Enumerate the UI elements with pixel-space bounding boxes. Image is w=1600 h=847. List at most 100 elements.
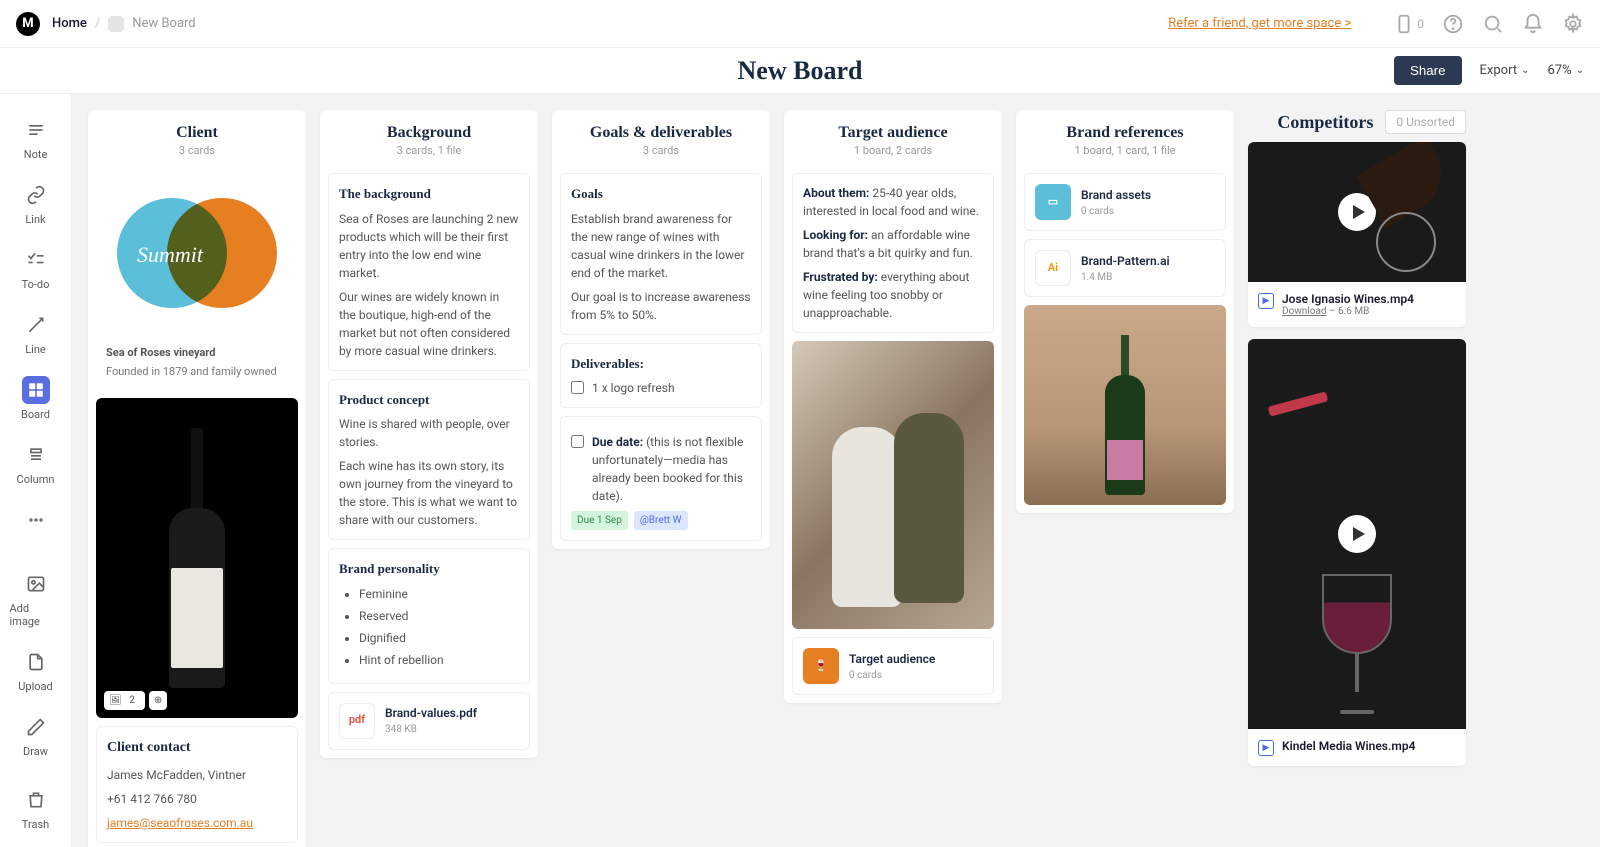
card-deliverables[interactable]: Deliverables: 1 x logo refresh	[560, 343, 762, 409]
title-bar: New Board Share Export ⌄ 67% ⌄	[0, 48, 1600, 94]
column-meta: 3 cards, 1 file	[330, 144, 528, 157]
breadcrumb-sep: /	[95, 16, 100, 31]
column-background[interactable]: Background 3 cards, 1 file The background…	[320, 110, 538, 758]
video-thumb[interactable]	[1248, 339, 1466, 729]
card-audience-info[interactable]: About them: 25-40 year olds, interested …	[792, 173, 994, 333]
card-file-pdf[interactable]: pdf Brand-values.pdf348 KB	[328, 692, 530, 750]
note-icon	[22, 116, 50, 144]
link-icon	[22, 181, 50, 209]
column-brand[interactable]: Brand references1 board, 1 card, 1 file …	[1016, 110, 1234, 513]
column-icon	[22, 441, 50, 469]
play-icon[interactable]	[1338, 515, 1376, 553]
more-icon	[22, 506, 50, 534]
logo-name: Sea of Roses vineyard	[106, 346, 215, 359]
column-title: Background	[330, 124, 528, 142]
column-goals[interactable]: Goals & deliverables 3 cards Goals Establ…	[552, 110, 770, 549]
pdf-icon: pdf	[339, 703, 375, 739]
tool-add-image[interactable]: Add image	[10, 564, 62, 634]
video-thumb[interactable]	[1248, 142, 1466, 282]
due-checkbox[interactable]	[571, 435, 584, 448]
card-wine-shelf-image[interactable]	[1024, 305, 1226, 505]
tool-column[interactable]: Column	[10, 435, 62, 492]
column-client[interactable]: Client3 cards Summit Sea of Roses vineya…	[88, 110, 306, 847]
image-badge: 🖼 2	[104, 691, 145, 710]
tool-trash[interactable]: Trash	[10, 780, 62, 837]
contact-phone: +61 412 766 780	[107, 790, 287, 808]
card-file-ai[interactable]: Ai Brand-Pattern.ai1.4 MB	[1024, 239, 1226, 297]
contact-title: Client contact	[107, 737, 287, 758]
app-logo[interactable]: M	[16, 12, 40, 36]
mobile-icon[interactable]: 0	[1393, 13, 1424, 35]
bell-icon[interactable]	[1522, 13, 1544, 35]
image-badge: ⊕	[149, 691, 167, 710]
help-icon[interactable]	[1442, 13, 1464, 35]
todo-icon	[22, 246, 50, 274]
tag-user[interactable]: @Brett W	[634, 511, 688, 530]
card-brand-assets[interactable]: ▭ Brand assets0 cards	[1024, 173, 1226, 231]
column-meta: 3 cards	[98, 144, 296, 157]
contact-name: James McFadden, Vintner	[107, 766, 287, 784]
column-title: Target audience	[794, 124, 992, 142]
logo-sub: Founded in 1879 and family owned	[106, 364, 288, 381]
wine-icon: 🍷	[803, 648, 839, 684]
video-card-2[interactable]: ▶Kindel Media Wines.mp4	[1248, 339, 1466, 766]
page-title[interactable]: New Board	[738, 56, 863, 86]
unsorted-button[interactable]: 0 Unsorted	[1385, 110, 1466, 134]
tool-sidebar: Note Link To-do Line Board Column Add im…	[0, 94, 72, 847]
tool-link[interactable]: Link	[10, 175, 62, 232]
breadcrumb-current: New Board	[132, 16, 195, 31]
tool-draw[interactable]: Draw	[10, 707, 62, 764]
zoom-control[interactable]: 67% ⌄	[1547, 63, 1584, 78]
tool-todo[interactable]: To-do	[10, 240, 62, 297]
deliverable-checkbox[interactable]	[571, 381, 584, 394]
refer-link[interactable]: Refer a friend, get more space >	[1168, 16, 1351, 31]
tool-note[interactable]: Note	[10, 110, 62, 167]
card-contact[interactable]: Client contact James McFadden, Vintner +…	[96, 726, 298, 843]
pencil-icon	[22, 713, 50, 741]
video-card-1[interactable]: ▶Jose Ignasio Wines.mp4Download – 6.6 MB	[1248, 142, 1466, 327]
card-the-background[interactable]: The background Sea of Roses are launchin…	[328, 173, 530, 371]
chevron-down-icon: ⌄	[1521, 65, 1529, 76]
card-bottle-image[interactable]: 🖼 2⊕	[96, 398, 298, 718]
trash-icon	[22, 786, 50, 814]
column-title: Brand references	[1026, 124, 1224, 142]
card-product-concept[interactable]: Product concept Wine is shared with peop…	[328, 379, 530, 541]
card-audience-folder[interactable]: 🍷 Target audience0 cards	[792, 637, 994, 695]
export-button[interactable]: Export ⌄	[1480, 63, 1530, 78]
card-logo[interactable]: Summit Sea of Roses vineyard Founded in 1…	[96, 173, 298, 390]
tool-line[interactable]: Line	[10, 305, 62, 362]
breadcrumb-board-icon	[108, 16, 124, 32]
chevron-down-icon: ⌄	[1576, 65, 1584, 76]
video-file-icon: ▶	[1258, 293, 1274, 309]
share-button[interactable]: Share	[1394, 56, 1462, 85]
card-due-date[interactable]: Due date: (this is not flexible unfortun…	[560, 416, 762, 541]
gear-icon[interactable]	[1562, 13, 1584, 35]
card-brand-personality[interactable]: Brand personality Feminine Reserved Dign…	[328, 548, 530, 684]
column-meta: 1 board, 1 card, 1 file	[1026, 144, 1224, 157]
board-icon	[22, 376, 50, 404]
tool-more[interactable]	[10, 500, 62, 544]
column-title: Competitors	[1277, 112, 1373, 133]
ai-icon: Ai	[1035, 250, 1071, 286]
tool-upload[interactable]: Upload	[10, 642, 62, 699]
column-audience[interactable]: Target audience1 board, 2 cards About th…	[784, 110, 1002, 703]
column-title: Goals & deliverables	[562, 124, 760, 142]
top-bar: M Home / New Board Refer a friend, get m…	[0, 0, 1600, 48]
breadcrumb: Home / New Board	[52, 16, 196, 32]
tool-board[interactable]: Board	[10, 370, 62, 427]
venn-text: Summit	[137, 238, 203, 271]
video-file-icon: ▶	[1258, 740, 1274, 756]
image-icon	[22, 570, 50, 598]
tag-due[interactable]: Due 1 Sep	[571, 511, 628, 530]
upload-icon	[22, 648, 50, 676]
card-couple-image[interactable]	[792, 341, 994, 629]
search-icon[interactable]	[1482, 13, 1504, 35]
download-link[interactable]: Download	[1282, 306, 1327, 317]
column-competitors[interactable]: Competitors 0 Unsorted ▶Jose Ignasio Win…	[1248, 110, 1466, 778]
column-meta: 3 cards	[562, 144, 760, 157]
line-icon	[22, 311, 50, 339]
board-canvas[interactable]: Client3 cards Summit Sea of Roses vineya…	[72, 94, 1600, 847]
contact-email[interactable]: james@seaofroses.com.au	[107, 816, 253, 830]
card-goals[interactable]: Goals Establish brand awareness for the …	[560, 173, 762, 335]
breadcrumb-home[interactable]: Home	[52, 16, 87, 31]
